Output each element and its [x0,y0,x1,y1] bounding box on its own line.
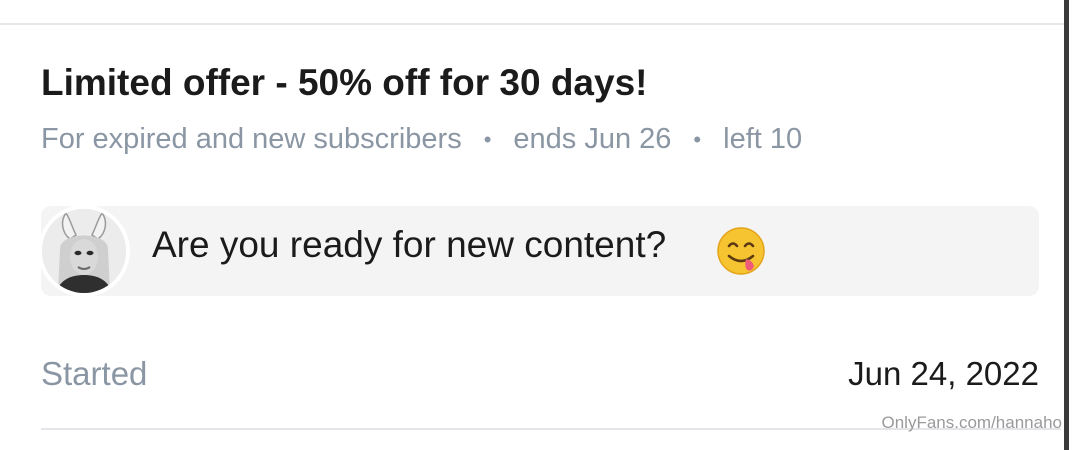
avatar-portrait-icon [42,209,126,293]
meta-separator: • [693,126,702,152]
avatar[interactable] [38,205,130,297]
started-label: Started [41,355,148,392]
offer-meta: For expired and new subscribers • ends J… [41,123,802,156]
promo-message-text: Are you ready for new content? [152,224,667,265]
face-savoring-food-icon [717,227,765,275]
started-date: Jun 24, 2022 [848,355,1039,392]
scrollbar[interactable] [1064,0,1069,450]
offer-audience: For expired and new subscribers [41,123,462,155]
offer-title: Limited offer - 50% off for 30 days! [41,62,648,103]
offer-remaining: left 10 [723,123,803,155]
meta-separator: • [483,126,492,152]
watermark: OnlyFans.com/hannaho [881,413,1063,432]
promotion-card: Limited offer - 50% off for 30 days! For… [0,0,1080,450]
top-divider [0,23,1064,25]
offer-ends: ends Jun 26 [513,123,672,155]
